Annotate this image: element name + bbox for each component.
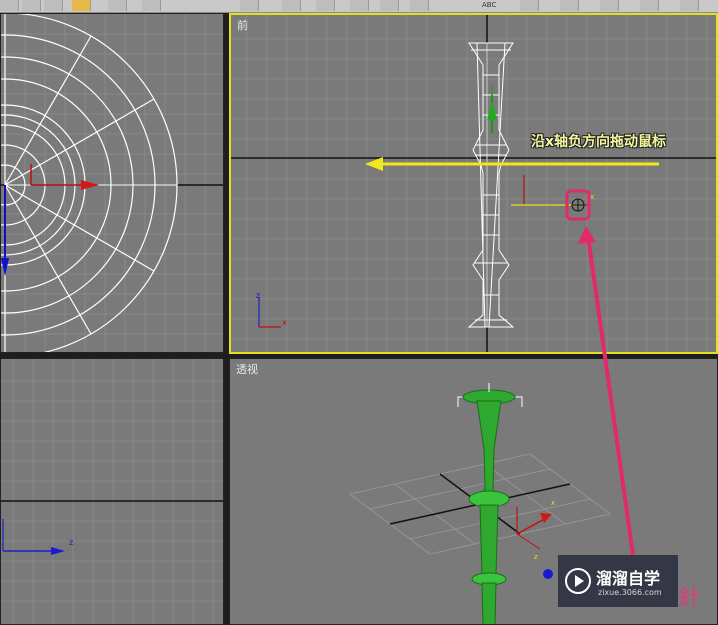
annotation-overlay [578,226,635,556]
instruction-annotation: 沿x轴负方向拖动鼠标 [531,134,667,150]
watermark-logo: 溜溜自学 zixue.3066.com [558,555,678,607]
watermark-url: zixue.3066.com [598,588,662,597]
watermark-suffix: 針 [678,586,701,611]
pointer-arrow-head [578,226,596,244]
pointer-arrow [586,235,635,556]
watermark-title: 溜溜自学 [596,569,661,588]
play-icon [565,568,591,594]
